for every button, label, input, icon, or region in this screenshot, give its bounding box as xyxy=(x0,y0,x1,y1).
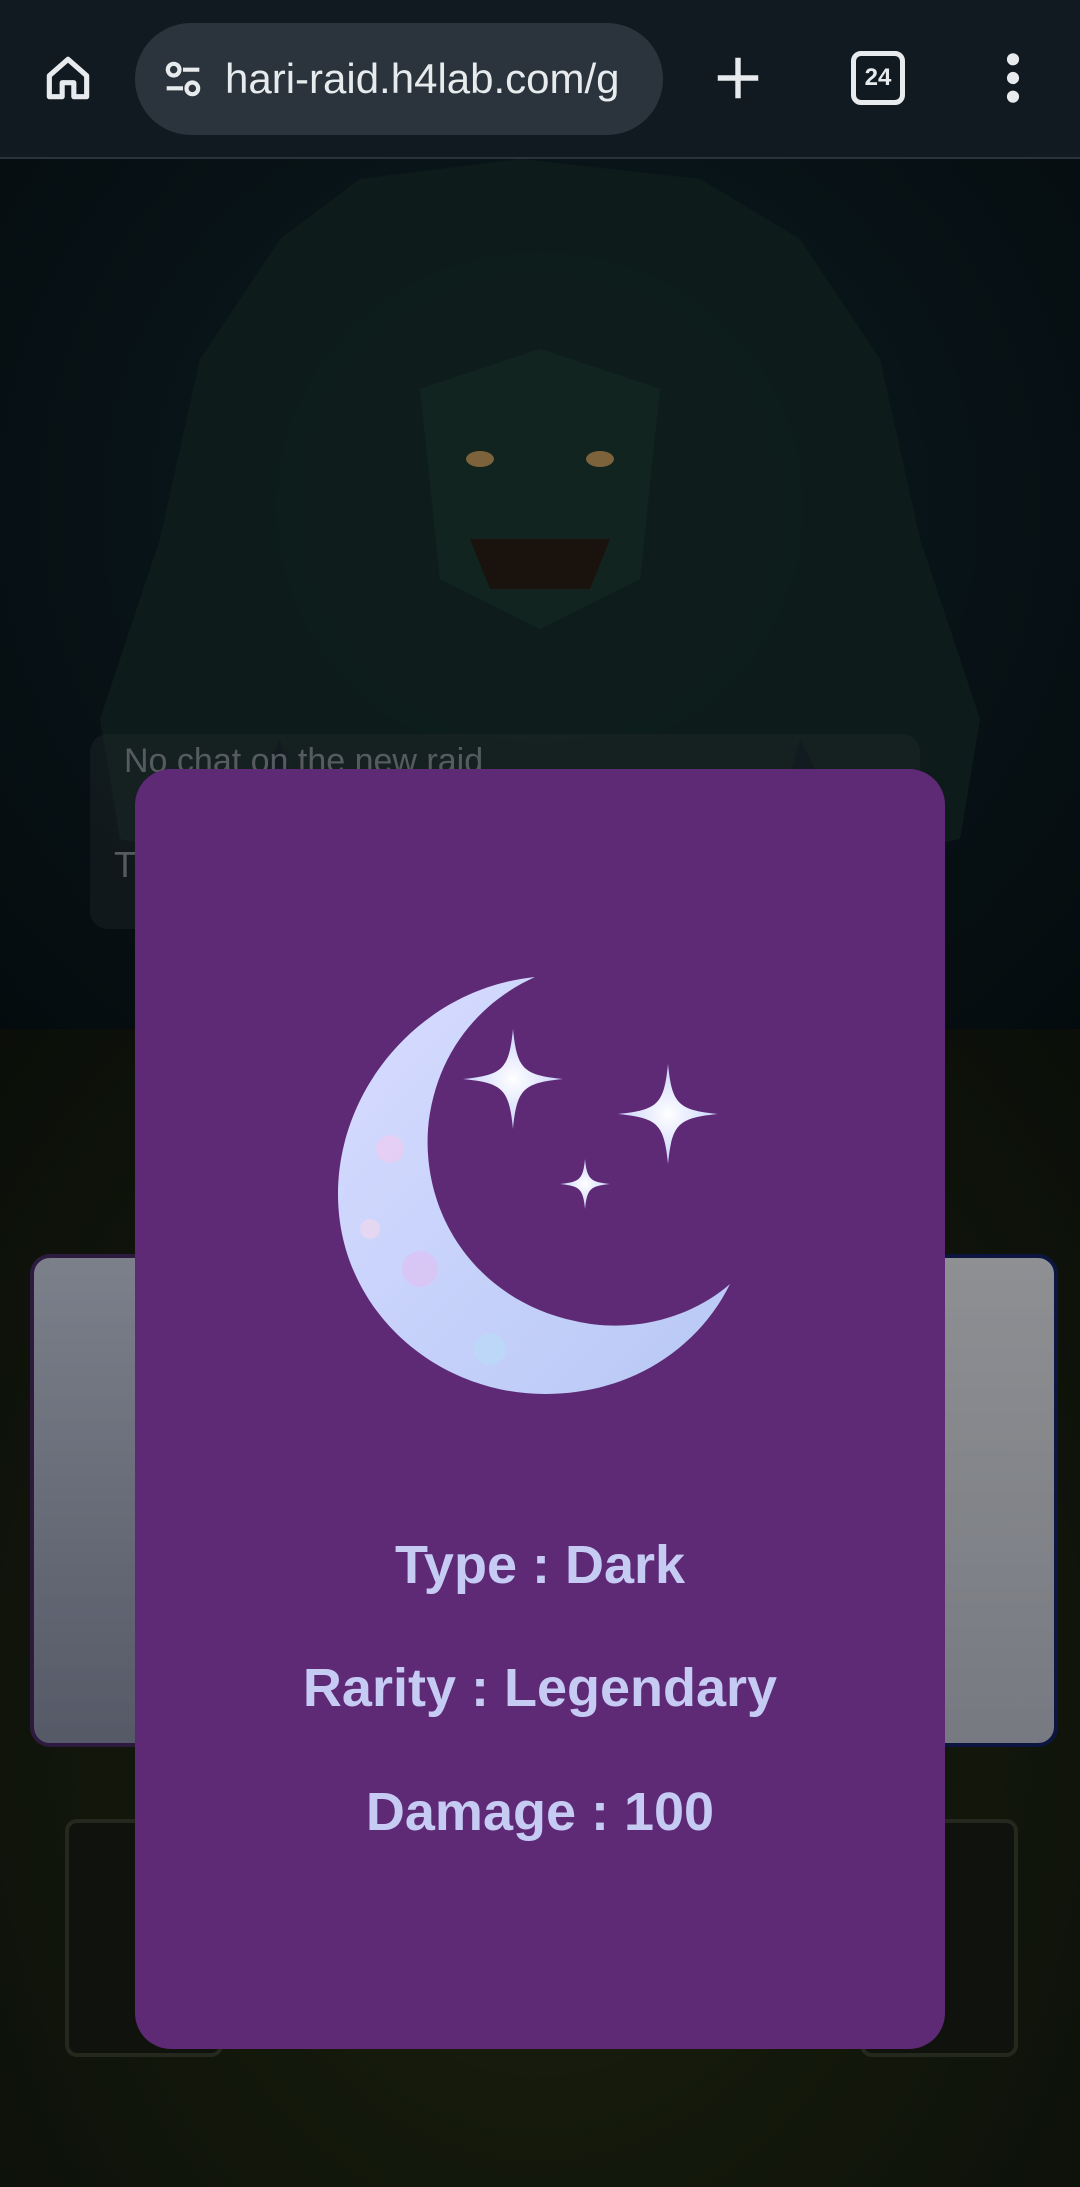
card-type-text: Type : Dark xyxy=(394,1535,686,1595)
card-details-modal[interactable]: Type : Dark Rarity : Legendary Damage : … xyxy=(135,769,945,2049)
home-button[interactable] xyxy=(30,40,106,116)
url-text[interactable]: hari-raid.h4lab.com/g xyxy=(225,23,643,135)
tabs-icon: 24 xyxy=(851,51,905,105)
site-settings-icon[interactable] xyxy=(155,51,211,107)
browser-toolbar: hari-raid.h4lab.com/g 24 xyxy=(0,0,1080,159)
card-damage-text: Damage : 100 xyxy=(365,1782,715,1842)
address-bar[interactable]: hari-raid.h4lab.com/g xyxy=(135,23,663,135)
tab-switcher-button[interactable]: 24 xyxy=(840,40,916,116)
card-rarity-text: Rarity : Legendary xyxy=(302,1658,778,1718)
new-tab-button[interactable] xyxy=(700,40,776,116)
more-vert-icon xyxy=(1006,53,1020,103)
home-icon xyxy=(46,56,90,100)
moon-stars-icon xyxy=(338,977,730,1394)
plus-icon xyxy=(717,57,759,99)
more-menu-button[interactable] xyxy=(975,40,1051,116)
